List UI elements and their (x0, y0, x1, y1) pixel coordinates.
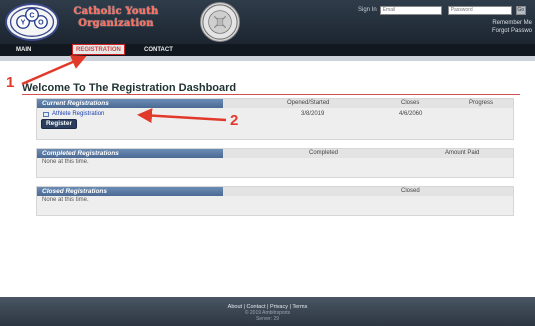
nav-subbar (0, 56, 535, 61)
current-registrations-tab: Current Registrations (37, 99, 223, 108)
email-field[interactable] (379, 5, 442, 15)
col-opened: Opened/Started (287, 100, 330, 106)
panel-body: None at this time. (37, 196, 513, 217)
closed-registrations-tab: Closed Registrations (37, 187, 223, 196)
closed-empty-text: None at this time. (42, 197, 89, 203)
org-title-line2: Organization (78, 18, 154, 29)
callout-number-2: 2 (230, 112, 239, 129)
password-field[interactable] (447, 5, 512, 15)
site-header: C Y O Catholic Youth Organization Sign I… (0, 0, 535, 44)
col-progress: Progress (469, 100, 494, 106)
col-closed: Closed (401, 188, 420, 194)
completed-registrations-tab: Completed Registrations (37, 149, 223, 158)
panel-header: Completed Registrations Completed Amount… (37, 149, 513, 158)
remember-me-link[interactable]: Remember Me (492, 19, 532, 27)
logo-letter-y: Y (21, 19, 26, 27)
org-title: Catholic Youth Organization (66, 6, 166, 30)
register-button[interactable]: Register (41, 119, 77, 129)
col-completed: Completed (309, 150, 339, 156)
registration-closes: 4/6/2060 (399, 111, 423, 117)
footer-server: Server: 29 (255, 316, 280, 322)
login-label: Sign In (358, 7, 377, 13)
logo-letter-o: O (38, 19, 44, 27)
panel-header: Current Registrations Opened/Started Clo… (37, 99, 513, 108)
athlete-registration-link[interactable]: Athlete Registration (43, 111, 104, 117)
registration-opened: 3/8/2019 (301, 111, 325, 117)
logo-letter-c: C (29, 12, 34, 20)
current-registrations-panel: Current Registrations Opened/Started Clo… (36, 98, 514, 140)
panel-header: Closed Registrations Closed (37, 187, 513, 196)
nav-main[interactable]: MAIN (16, 44, 31, 56)
title-divider (22, 94, 520, 95)
site-footer: About | Contact | Privacy | Terms © 2019… (0, 297, 535, 326)
org-title-line1: Catholic Youth (73, 6, 159, 17)
col-amount-paid: Amount Paid (445, 150, 480, 156)
closed-registrations-panel: Closed Registrations Closed None at this… (36, 186, 514, 216)
forgot-password-link[interactable]: Forgot Passwo (492, 27, 532, 35)
callout-arrow-1 (21, 55, 87, 86)
completed-registrations-panel: Completed Registrations Completed Amount… (36, 148, 514, 178)
panel-body: Athlete Registration 3/8/2019 4/6/2060 R… (37, 108, 513, 141)
login-button[interactable]: Go (515, 5, 526, 15)
panel-body: None at this time. (37, 158, 513, 179)
diocese-seal-icon (200, 2, 240, 42)
login-form: Sign In Go (358, 4, 526, 16)
nav-registration[interactable]: REGISTRATION (72, 44, 125, 55)
cyo-logo[interactable]: C Y O (5, 3, 59, 41)
page-title: Welcome To The Registration Dashboard (22, 82, 237, 94)
nav-contact[interactable]: CONTACT (144, 44, 173, 56)
col-closes: Closes (401, 100, 420, 106)
completed-empty-text: None at this time. (42, 159, 89, 165)
callout-number-1: 1 (6, 74, 15, 91)
main-nav: MAIN REGISTRATION CONTACT (0, 44, 535, 56)
registration-name: Athlete Registration (52, 111, 105, 117)
remember-block: Remember Me Forgot Passwo (492, 19, 532, 35)
registration-form-icon (43, 111, 49, 117)
